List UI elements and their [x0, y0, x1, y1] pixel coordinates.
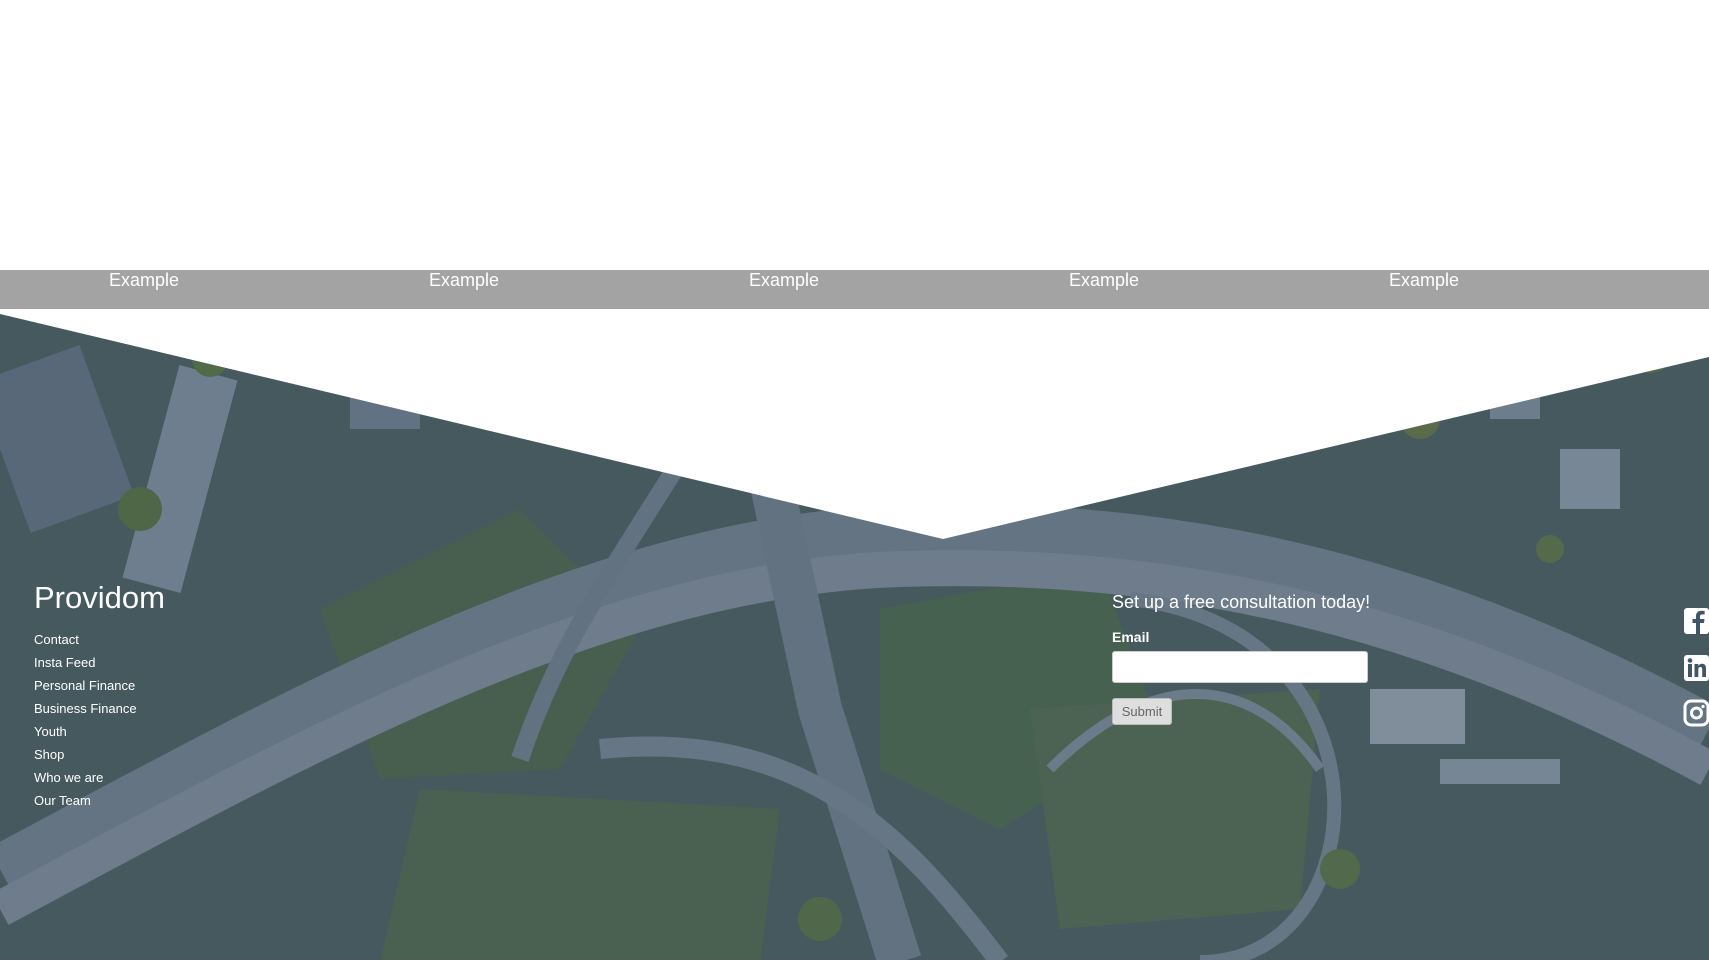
footer-link-shop[interactable]: Shop	[34, 743, 165, 766]
footer-link-our-team[interactable]: Our Team	[34, 789, 165, 812]
footer-link-business-finance[interactable]: Business Finance	[34, 697, 165, 720]
nav-item-5[interactable]: Example	[1389, 270, 1459, 300]
footer-link-who-we-are[interactable]: Who we are	[34, 766, 165, 789]
footer-brand-block: Providom Contact Insta Feed Personal Fin…	[34, 580, 165, 812]
nav-item-2[interactable]: Example	[429, 270, 499, 300]
email-field[interactable]	[1112, 651, 1368, 683]
footer-link-contact[interactable]: Contact	[34, 628, 165, 651]
consultation-form: Set up a free consultation today! Email …	[1112, 592, 1370, 725]
nav-item-1[interactable]: Example	[109, 270, 179, 300]
linkedin-icon[interactable]	[1682, 653, 1709, 683]
nav-item-4[interactable]: Example	[1069, 270, 1139, 300]
submit-button[interactable]: Submit	[1112, 698, 1172, 725]
facebook-icon[interactable]	[1682, 606, 1709, 636]
white-chevron-shape	[0, 309, 1709, 539]
email-label: Email	[1112, 629, 1150, 645]
instagram-icon[interactable]	[1682, 698, 1709, 728]
consultation-heading: Set up a free consultation today!	[1112, 592, 1371, 612]
footer-link-personal-finance[interactable]: Personal Finance	[34, 674, 165, 697]
footer-link-youth[interactable]: Youth	[34, 720, 165, 743]
brand-title: Providom	[34, 580, 165, 615]
footer-link-insta-feed[interactable]: Insta Feed	[34, 651, 165, 674]
hero-section	[0, 309, 1709, 962]
nav-item-3[interactable]: Example	[749, 270, 819, 300]
nav-bar: Example Example Example Example Example	[0, 270, 1709, 309]
